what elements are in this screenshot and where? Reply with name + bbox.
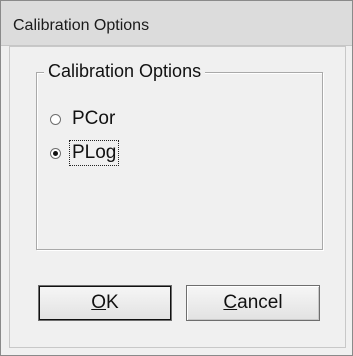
ok-mnemonic: O <box>91 292 107 313</box>
radio-plog-label[interactable]: PLog <box>68 140 120 166</box>
cancel-label-rest: ancel <box>237 292 283 313</box>
ok-label-rest: K <box>106 292 119 313</box>
window-title: Calibration Options <box>13 17 150 34</box>
cancel-button[interactable]: Cancel <box>186 285 320 321</box>
radio-plog-circle[interactable] <box>50 147 61 159</box>
group-legend: Calibration Options <box>44 61 206 82</box>
calibration-options-dialog: Calibration Options Calibration Options … <box>0 0 353 356</box>
ok-button[interactable]: OK <box>38 285 172 321</box>
radio-selected-dot <box>53 150 58 156</box>
radio-pcor-label[interactable]: PCor <box>70 107 117 131</box>
cancel-mnemonic: C <box>223 292 238 313</box>
radio-pcor[interactable]: PCor <box>50 107 117 131</box>
radio-pcor-circle[interactable] <box>50 113 61 125</box>
dialog-body: Calibration Options PCor PLog OK Cancel <box>9 46 346 348</box>
title-bar[interactable]: Calibration Options <box>1 1 352 46</box>
radio-plog[interactable]: PLog <box>50 140 120 166</box>
